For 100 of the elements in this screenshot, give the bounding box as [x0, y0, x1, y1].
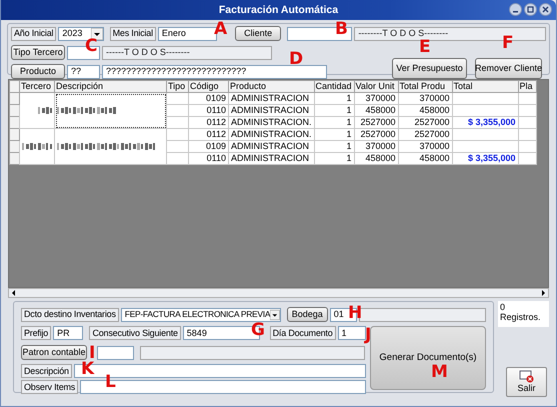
table-cell: 0112 — [188, 128, 228, 140]
field-label: Dcto destino Inventarios — [21, 308, 119, 322]
blurred-text-drawing — [38, 107, 52, 114]
table-cell: 458000 — [354, 104, 398, 116]
product-code-field[interactable]: ?? — [67, 64, 100, 78]
column-header: Descripción — [54, 80, 166, 92]
field-label: Descripción — [21, 364, 72, 378]
annotation-letter: K — [81, 361, 94, 378]
dropdown-arrow-icon[interactable] — [270, 308, 280, 320]
field-label: Observ Items — [21, 380, 78, 394]
table-cell: 2527000 — [354, 116, 398, 128]
table-cell: 0109 — [188, 92, 228, 104]
table-cell: ADMINISTRACION — [228, 92, 314, 104]
horizontal-scrollbar[interactable] — [8, 288, 549, 298]
exit-button[interactable]: Salir — [506, 367, 547, 397]
column-header: Total Produ — [398, 80, 452, 92]
table-cell: 2527000 — [398, 128, 452, 140]
table-cell — [452, 92, 518, 104]
table-cell — [518, 104, 536, 116]
blurred-text-drawing — [57, 107, 117, 114]
column-header: Tercero — [20, 80, 54, 92]
view-budget-button[interactable]: Ver Presupuesto — [392, 58, 467, 79]
column-header: Tipo — [166, 80, 188, 92]
maximize-icon[interactable] — [524, 3, 537, 16]
table-cell: 0112 — [188, 116, 228, 128]
annotation-letter: B — [335, 21, 348, 38]
annotation-letter: M — [431, 364, 448, 381]
field-label: Año Inicial — [11, 26, 56, 40]
table-cell: 1 — [314, 152, 354, 164]
table-cell — [518, 140, 536, 152]
annotation-letter: L — [105, 374, 116, 391]
annotation-letter: C — [85, 38, 98, 55]
column-header: Total — [452, 80, 518, 92]
table-cell: 0109 — [188, 140, 228, 152]
annotation-letter: E — [419, 39, 431, 56]
target-document-dropdown[interactable]: FEP-FACTURA ELECTRONICA PREVIA — [120, 308, 281, 322]
table-cell: 1 — [314, 140, 354, 152]
field-label: Día Documento — [270, 326, 336, 340]
warehouse-button[interactable]: Bodega — [286, 307, 328, 322]
table-cell: 1 — [314, 116, 354, 128]
table-cell: $ 3,355,000 — [452, 152, 518, 164]
close-icon[interactable] — [539, 3, 552, 16]
table-cell: 458000 — [354, 152, 398, 164]
column-header: Pla — [518, 80, 536, 92]
table-cell: ADMINISTRACION. — [228, 128, 314, 140]
table-cell: 1 — [314, 104, 354, 116]
product-button[interactable]: Producto — [11, 64, 65, 79]
table-cell: 2527000 — [398, 116, 452, 128]
table-cell: ADMINISTRACION. — [228, 116, 314, 128]
field-label: Consecutivo Siguiente — [89, 326, 181, 340]
row-header[interactable] — [10, 116, 20, 128]
table-cell: $ 3,355,000 — [452, 116, 518, 128]
column-header: Producto — [228, 80, 314, 92]
table-cell — [518, 92, 536, 104]
pattern-button[interactable]: Patron contable — [21, 345, 87, 360]
product-name-field[interactable]: ???????????????????????????? — [102, 64, 327, 78]
third-type-name-field: ------T O D O S-------- — [102, 46, 272, 60]
field-label: Mes Inicial — [110, 26, 156, 40]
table-cell — [518, 128, 536, 140]
table-cell: 370000 — [398, 140, 452, 152]
field-label: Prefijo — [21, 326, 52, 340]
row-header-corner — [10, 80, 20, 92]
table-cell: 0110 — [188, 152, 228, 164]
row-header[interactable] — [10, 128, 20, 140]
table-cell: 370000 — [398, 92, 452, 104]
table-cell: ADMINISTRACION — [228, 140, 314, 152]
day-field[interactable]: 1 — [338, 326, 366, 340]
table-cell: 2527000 — [354, 128, 398, 140]
column-header: Valor Unit — [354, 80, 398, 92]
client-button[interactable]: Cliente — [235, 26, 282, 41]
row-header[interactable] — [10, 140, 20, 152]
row-header[interactable] — [10, 92, 20, 104]
table-cell — [518, 116, 536, 128]
table-cell: 1 — [314, 128, 354, 140]
row-header[interactable] — [10, 152, 20, 164]
table-cell — [452, 104, 518, 116]
table-cell: ADMINISTRACION — [228, 104, 314, 116]
blurred-text-drawing — [22, 143, 52, 150]
dropdown-arrow-icon[interactable] — [90, 28, 103, 40]
third-type-button[interactable]: Tipo Tercero — [11, 45, 65, 60]
annotation-letter: A — [214, 21, 228, 38]
prefix-field[interactable]: PR — [53, 326, 84, 340]
table-cell: ADMINISTRACION — [228, 152, 314, 164]
table-cell: 0110 — [188, 104, 228, 116]
remove-client-button[interactable]: Remover Cliente — [475, 58, 542, 79]
pattern-code-field[interactable] — [97, 346, 134, 360]
row-header[interactable] — [10, 104, 20, 116]
table-cell — [518, 152, 536, 164]
table-cell — [452, 140, 518, 152]
window-title: Facturación Automática — [218, 4, 338, 16]
record-count: 0 Registros. — [498, 301, 549, 327]
table-cell — [452, 128, 518, 140]
exit-icon — [518, 370, 534, 384]
table-cell: 1 — [314, 92, 354, 104]
minimize-icon[interactable] — [509, 3, 522, 16]
table-cell: 458000 — [398, 104, 452, 116]
annotation-letter: J — [365, 327, 372, 344]
annotation-letter: I — [89, 345, 96, 362]
table-cell: 370000 — [354, 140, 398, 152]
column-header: Cantidad — [314, 80, 354, 92]
